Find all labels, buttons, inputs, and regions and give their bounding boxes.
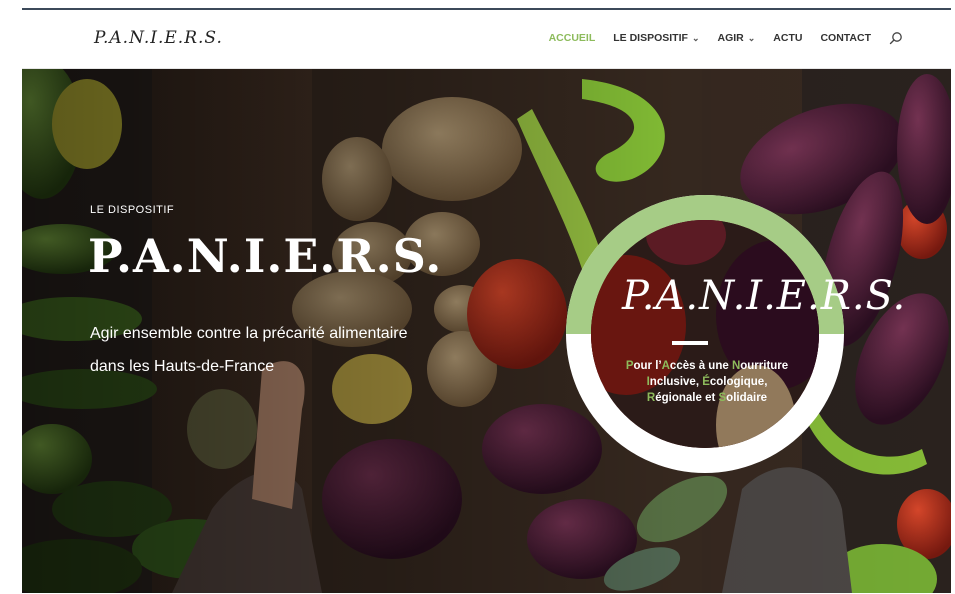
letter-n: N xyxy=(731,360,741,372)
nav-label: CONTACT xyxy=(820,32,871,44)
badge-tagline-line-3: Régionale et Solidaire xyxy=(622,390,792,406)
text-segment: égionale et xyxy=(655,392,719,404)
badge-tagline-line-2: Inclusive, Écologique, xyxy=(622,374,792,390)
badge-tagline: Pour l’Accès à une Nourriture Inclusive,… xyxy=(622,358,792,406)
site-header: P.A.N.I.E.R.S. ACCUEIL LE DISPOSITIF ⌄ A… xyxy=(22,10,951,69)
nav-label: ACCUEIL xyxy=(548,32,596,44)
chevron-down-icon: ⌄ xyxy=(691,32,700,43)
hero-title: P.A.N.I.E.R.S. xyxy=(88,229,443,283)
letter-a: A xyxy=(661,360,670,372)
main-nav: ACCUEIL LE DISPOSITIF ⌄ AGIR ⌄ ACTU CONT… xyxy=(549,31,903,45)
hero-section: LE DISPOSITIF P.A.N.I.E.R.S. Agir ensemb… xyxy=(22,69,951,593)
text-segment: ccès à une xyxy=(669,360,732,372)
paniers-badge xyxy=(566,195,844,473)
nav-label: LE DISPOSITIF xyxy=(613,32,688,44)
nav-item-contact[interactable]: CONTACT xyxy=(820,32,871,44)
browser-viewport: P.A.N.I.E.R.S. ACCUEIL LE DISPOSITIF ⌄ A… xyxy=(22,8,951,593)
text-segment: olidaire xyxy=(726,392,768,404)
nav-item-le-dispositif[interactable]: LE DISPOSITIF ⌄ xyxy=(613,32,699,44)
hero-subtitle-line-1: Agir ensemble contre la précarité alimen… xyxy=(90,325,408,342)
hero-subtitle-line-2: dans les Hauts-de-France xyxy=(90,358,275,375)
site-logo[interactable]: P.A.N.I.E.R.S. xyxy=(94,28,223,48)
badge-divider xyxy=(672,341,708,345)
text-segment: ourriture xyxy=(740,360,789,372)
badge-logo: P.A.N.I.E.R.S. xyxy=(622,273,907,319)
text-segment: cologique, xyxy=(709,376,768,388)
nav-label: ACTU xyxy=(773,32,803,44)
chevron-down-icon: ⌄ xyxy=(747,32,756,43)
letter-r: R xyxy=(646,392,656,404)
text-segment: nclusive, xyxy=(649,376,703,388)
nav-item-agir[interactable]: AGIR ⌄ xyxy=(717,32,755,44)
nav-label: AGIR xyxy=(717,32,744,44)
text-segment: our l’ xyxy=(633,360,662,372)
nav-item-accueil[interactable]: ACCUEIL xyxy=(549,32,596,44)
nav-item-actu[interactable]: ACTU xyxy=(773,32,802,44)
badge-tagline-line-1: Pour l’Accès à une Nourriture xyxy=(622,358,792,374)
hero-eyebrow: LE DISPOSITIF xyxy=(90,204,175,216)
search-icon[interactable] xyxy=(889,31,903,45)
letter-e: É xyxy=(702,376,710,388)
